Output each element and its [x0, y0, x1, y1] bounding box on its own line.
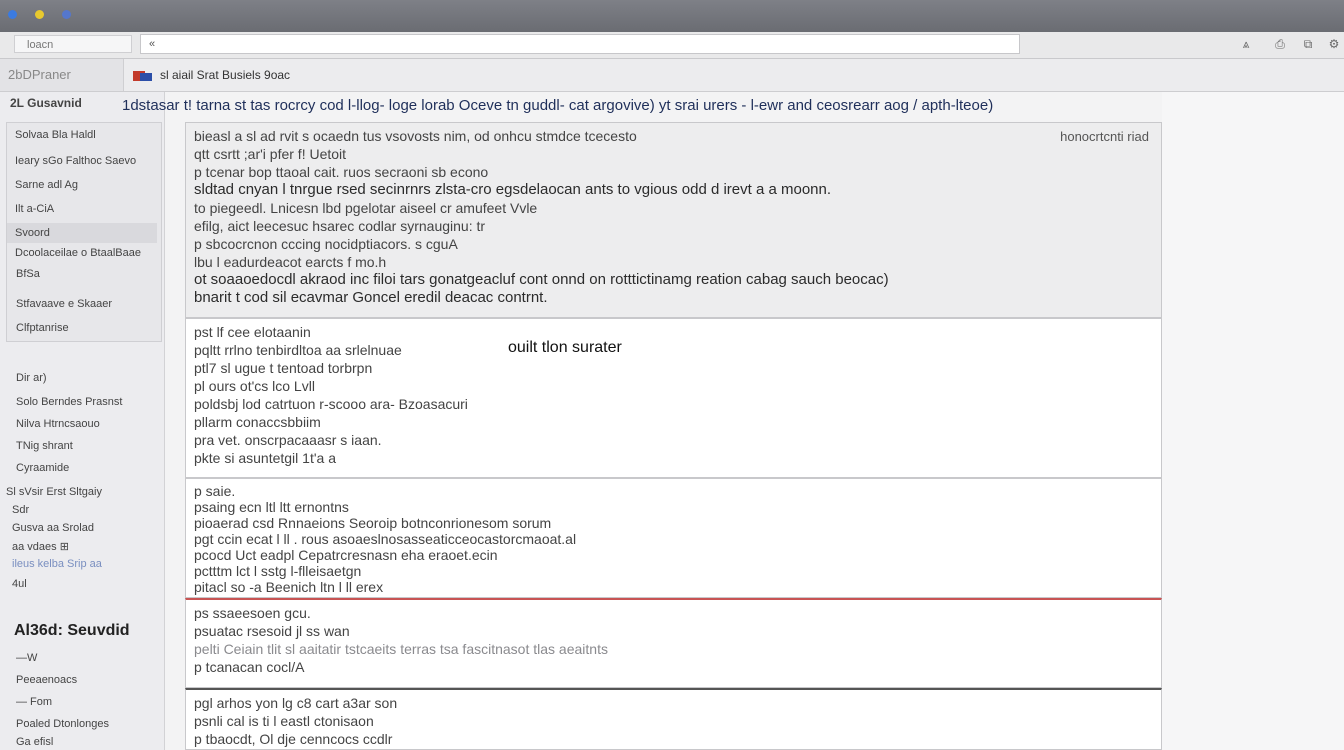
sidebar-item[interactable]: Stfavaave e Skaaer [0, 298, 164, 310]
print-icon[interactable]: ⎙ [1272, 37, 1288, 51]
text-line: psuatac rsesoid jl ss wan [194, 623, 350, 639]
text-line: ps ssaeesoen gcu. [194, 605, 311, 621]
sidebar: 2L Gusavnid Solvaa Bla Haldl Ieary sGo F… [0, 92, 165, 750]
text-line: pkte si asuntetgil 1t'a a [194, 450, 336, 466]
sidebar-item-selected[interactable]: Svoord [7, 223, 157, 243]
sidebar-item[interactable]: Cyraamide [0, 462, 164, 474]
url-prefix: « [149, 38, 156, 50]
panel-lines: pgl arhos yon lg c8 cart a3ar son psnli … [194, 694, 1153, 748]
content-panel-5: pgl arhos yon lg c8 cart a3ar son psnli … [185, 688, 1162, 750]
sidebar-item[interactable]: Sl sVsir Erst Sltgaiy [0, 486, 164, 498]
text-line: pst lf cee elotaanin [194, 324, 311, 340]
content-panel-2: ouilt tlon surater pst lf cee elotaanin … [185, 318, 1162, 478]
sidebar-item[interactable]: Ieary sGo Falthoc Saevo [7, 155, 157, 167]
text-line: p tcenar bop ttaoal cait. ruos secraoni … [194, 164, 489, 180]
text-line: pelti Ceiain tlit sl aaitatir tstcaeits … [194, 641, 608, 657]
url-bar[interactable]: « [140, 34, 1020, 54]
content-panel-4: ps ssaeesoen gcu. psuatac rsesoid jl ss … [185, 598, 1162, 688]
sidebar-item[interactable]: ileus kelba Srip aa [0, 558, 164, 570]
address-toolbar: loacn « ⩓ ⎙ ⧉ ⚙ [0, 32, 1344, 59]
text-line: qtt csrtt ;ar'i pfer f! Uetoit [194, 146, 347, 162]
panel-lines: ps ssaeesoen gcu. psuatac rsesoid jl ss … [194, 604, 1153, 676]
search-field[interactable]: loacn [14, 35, 132, 53]
sidebar-item[interactable]: Gusva aa Srolad [0, 522, 164, 534]
panel-lines: pst lf cee elotaanin pqltt rrlno tenbird… [194, 323, 1153, 467]
text-line: to piegeedl. Lnicesn lbd pgelotar aiseel… [194, 200, 538, 216]
text-line: pitacl so -a Beenich ltn l ll erex [194, 579, 384, 595]
article-headline: 1dstasar t! tarna st tas rocrcy cod l-ll… [122, 97, 994, 114]
sidebar-sub-item[interactable]: Peeaenoacs [0, 674, 164, 686]
window-control-dot-yellow[interactable] [35, 10, 44, 19]
text-line: efilg, aict leecesuc hsarec codlar syrna… [194, 218, 486, 234]
text-line: pllarm conaccsbbiim [194, 414, 321, 430]
text-line: psaing ecn ltl ltt ernontns [194, 499, 349, 515]
text-line: p tbaocdt, Ol dje cenncocs ccdlr [194, 731, 393, 747]
text-line: pqltt rrlno tenbirdltoa aa srlelnuae [194, 342, 402, 358]
window-title-bar [0, 0, 1344, 32]
text-line: pioaerad csd Rnnaeions Seoroip botnconri… [194, 515, 552, 531]
text-line: pgt ccin ecat l ll . rous asoaeslnosasse… [194, 531, 577, 547]
sidebar-item[interactable]: aa vdaes ⊞ [0, 540, 164, 553]
window-control-dot-blue[interactable] [8, 10, 17, 19]
tab-active-label: sl aiail Srat Busiels 9oac [160, 68, 291, 82]
text-line: sldtad cnyan l tnrgue rsed secinrnrs zls… [194, 181, 832, 198]
text-line: bieasl a sl ad rvit s ocaedn tus vsovost… [194, 128, 637, 144]
text-line: p saie. [194, 483, 236, 499]
text-line: pcocd Uct eadpl Cepatrcresnasn eha eraoe… [194, 547, 498, 563]
sidebar-item[interactable]: 4ul [0, 578, 164, 590]
sidebar-item[interactable]: Solo Berndes Prasnst [0, 396, 164, 408]
window-control-dot-browser[interactable] [62, 10, 71, 19]
sidebar-item[interactable]: Dcoolaceilae o BtaalBaae [7, 247, 157, 259]
text-line: pgl arhos yon lg c8 cart a3ar son [194, 695, 398, 711]
text-line: psnli cal is ti l eastl ctonisaon [194, 713, 374, 729]
sidebar-item[interactable]: Ilt a-CiA [7, 203, 157, 215]
sidebar-sub-item[interactable]: —W [0, 652, 164, 664]
tab-left[interactable]: 2bDPraner [0, 59, 124, 91]
text-line: pl ours ot'cs lco Lvll [194, 378, 315, 394]
sidebar-sub-item[interactable]: Ga efisl [0, 736, 164, 748]
right-margin [1162, 92, 1344, 750]
settings-icon[interactable]: ⚙ [1326, 37, 1342, 51]
content-panel-1: honocrtcnti riad bieasl a sl ad rvit s o… [185, 122, 1162, 318]
sidebar-item[interactable]: Dir ar) [0, 372, 164, 384]
text-line: lbu l eadurdeacot earcts f mo.h [194, 254, 387, 270]
text-line: bnarit t cod sil ecavmar Goncel eredil d… [194, 289, 548, 306]
sidebar-item[interactable]: Clfptanrise [0, 322, 164, 334]
sidebar-sub-item[interactable]: — Fom [0, 696, 164, 708]
sidebar-item[interactable]: Sarne adl Ag [7, 179, 157, 191]
sidebar-item[interactable]: TNig shrant [0, 440, 164, 452]
tab-bar: 2bDPraner sl aiail Srat Busiels 9oac [0, 59, 1344, 92]
panel-lines: p saie. psaing ecn ltl ltt ernontns pioa… [194, 483, 1153, 595]
tab-active[interactable]: sl aiail Srat Busiels 9oac [132, 65, 290, 85]
up-arrow-icon[interactable]: ⩓ [1238, 37, 1254, 51]
window-icon[interactable]: ⧉ [1300, 37, 1316, 51]
text-line: p tcanacan cocl/A [194, 659, 305, 675]
text-line: poldsbj lod catrtuon r-scooo ara- Bzoasa… [194, 396, 468, 412]
text-line: p sbcocrcnon cccing nocidptiacors. s cgu… [194, 236, 458, 252]
sidebar-sub-item[interactable]: Poaled Dtonlonges [0, 718, 164, 730]
panel-lines: bieasl a sl ad rvit s ocaedn tus vsovost… [194, 127, 1153, 307]
sidebar-item[interactable]: BfSa [0, 268, 164, 280]
text-line: pctttm lct l sstg l-flleisaetgn [194, 563, 362, 579]
text-line: ot soaaoedocdl akraod inc filoi tars gon… [194, 271, 889, 288]
page-favicon-icon [132, 69, 154, 83]
sidebar-item[interactable]: Solvaa Bla Haldl [7, 129, 157, 141]
text-line: pra vet. onscrpacaaasr s iaan. [194, 432, 382, 448]
sidebar-heading: Al36d: Seuvdid [14, 622, 130, 639]
content-panel-3: p saie. psaing ecn ltl ltt ernontns pioa… [185, 478, 1162, 598]
sidebar-item[interactable]: Nilva Htrncsaouo [0, 418, 164, 430]
text-line: ptl7 sl ugue t tentoad torbrpn [194, 360, 373, 376]
sidebar-item[interactable]: Sdr [0, 504, 164, 516]
